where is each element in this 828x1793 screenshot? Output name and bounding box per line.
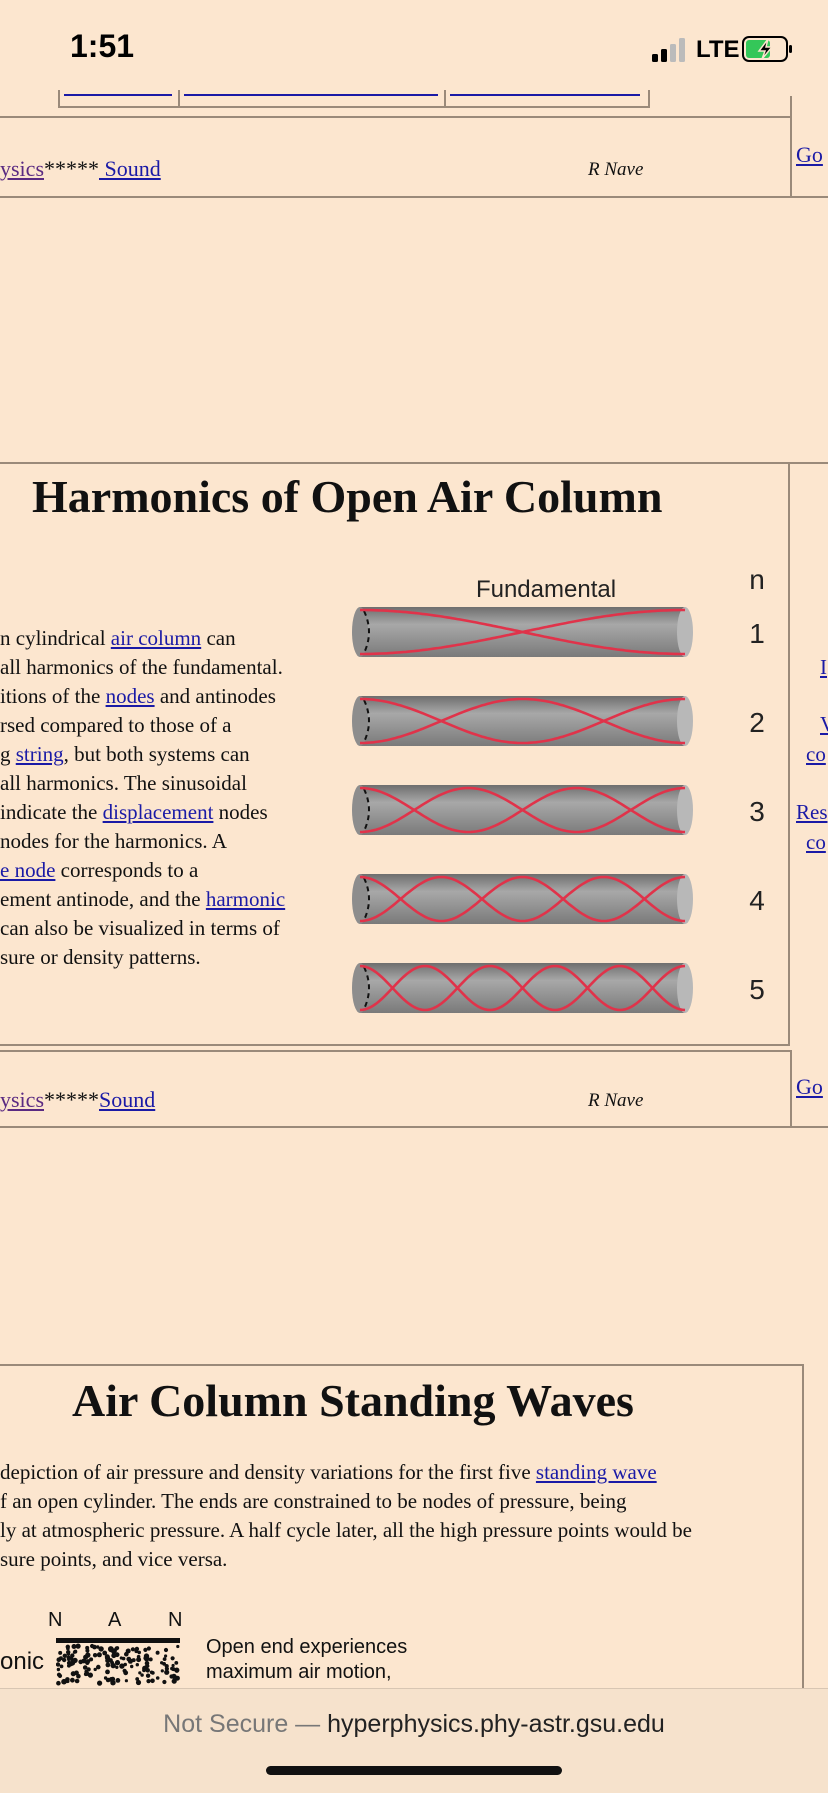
go-back-link[interactable]: Go	[796, 142, 823, 168]
table-border	[802, 1364, 804, 1694]
body-line: rsed compared to those of a	[0, 713, 232, 737]
table-border	[0, 1050, 790, 1052]
hyperphysics-link[interactable]: ysics	[0, 1087, 44, 1112]
harmonic-label: onic	[0, 1648, 45, 1675]
body-line: sure or density patterns.	[0, 945, 201, 969]
section-title: Air Column Standing Waves	[72, 1375, 634, 1426]
harmonic-number: 2	[749, 707, 765, 738]
home-indicator[interactable]	[266, 1766, 562, 1775]
address-bar[interactable]	[0, 1688, 828, 1793]
inline-link[interactable]: standing wave	[536, 1460, 657, 1484]
inline-link[interactable]: nodes	[106, 684, 155, 708]
side-link-4[interactable]: Res	[796, 800, 828, 825]
link-fragment[interactable]	[184, 94, 438, 96]
body-line: g string, but both systems can	[0, 742, 250, 766]
table-border	[58, 106, 650, 108]
table-border	[788, 462, 790, 1046]
antinode-label: A	[108, 1609, 122, 1631]
node-label: N	[48, 1609, 63, 1631]
go-back-link[interactable]: Go	[796, 1074, 823, 1100]
harmonic-number: 5	[749, 974, 765, 1005]
breadcrumb-top: ysics***** Sound	[0, 156, 161, 181]
harmonic-tube-3: 3	[352, 785, 765, 835]
side-link-2[interactable]: V	[820, 712, 828, 737]
body-line: all harmonics. The sinusoidal	[0, 771, 247, 795]
side-link-5[interactable]: co	[806, 830, 826, 855]
table-border	[790, 96, 792, 196]
body-line: nodes for the harmonics. A	[0, 829, 227, 853]
body-line: f an open cylinder. The ends are constra…	[0, 1489, 627, 1513]
harmonic-tube-5: 5	[352, 963, 765, 1013]
author-credit: R Nave	[588, 159, 644, 180]
table-border	[648, 90, 650, 108]
table-border	[58, 90, 60, 108]
table-border	[178, 90, 180, 106]
pressure-density-figure	[56, 1638, 180, 1686]
signal-icon	[652, 38, 685, 62]
side-link-3[interactable]: co	[806, 742, 826, 767]
table-border	[0, 196, 828, 198]
inline-link[interactable]: e node	[0, 858, 55, 882]
body-line: n cylindrical air column can	[0, 626, 236, 650]
harmonic-tube-4: 4	[352, 874, 765, 924]
table-border	[0, 1364, 804, 1366]
link-fragment[interactable]	[64, 94, 172, 96]
harmonic-number: 3	[749, 796, 765, 827]
table-border	[790, 1050, 792, 1126]
address-text[interactable]: Not Secure — hyperphysics.phy-astr.gsu.e…	[0, 1710, 828, 1739]
body-line: ement antinode, and the harmonic	[0, 887, 286, 911]
sound-link[interactable]: Sound	[99, 156, 161, 181]
table-border	[0, 116, 790, 118]
node-label: N	[168, 1609, 183, 1631]
domain-text: hyperphysics.phy-astr.gsu.edu	[327, 1710, 665, 1738]
inline-link[interactable]: harmonic	[206, 887, 285, 911]
table-border	[0, 1126, 828, 1128]
figure-caption-line2: maximum air motion,	[206, 1661, 392, 1683]
author-credit: R Nave	[588, 1090, 644, 1111]
table-border	[0, 1044, 790, 1046]
battery-charging-icon	[742, 36, 792, 62]
inline-link[interactable]: string	[16, 742, 64, 766]
harmonic-number: 1	[749, 618, 765, 649]
harmonics-diagram: Fundamental n 1 2 3 4 5	[352, 564, 765, 1013]
status-time: 1:51	[70, 28, 135, 64]
body-line: sure points, and vice versa.	[0, 1547, 228, 1571]
side-link-1[interactable]: I	[820, 655, 827, 680]
sound-link[interactable]: Sound	[99, 1087, 155, 1112]
page-title: Harmonics of Open Air Column	[32, 471, 663, 522]
table-border	[444, 90, 446, 106]
harmonic-tube-1: 1	[352, 607, 765, 657]
body-line: depiction of air pressure and density va…	[0, 1460, 657, 1484]
body-line: e node corresponds to a	[0, 858, 199, 882]
hyperphysics-link[interactable]: ysics	[0, 156, 44, 181]
body-line: can also be visualized in terms of	[0, 916, 280, 940]
inline-link[interactable]: displacement	[103, 800, 214, 824]
network-type: LTE	[696, 36, 740, 63]
harmonic-tube-2: 2	[352, 696, 765, 746]
harmonic-number: 4	[749, 885, 765, 916]
body-line: ly at atmospheric pressure. A half cycle…	[0, 1518, 692, 1542]
inline-link[interactable]: air column	[111, 626, 201, 650]
diagram-title: Fundamental	[476, 576, 616, 603]
breadcrumb-bottom: ysics*****Sound	[0, 1087, 156, 1112]
figure-caption-line1: Open end experiences	[206, 1636, 408, 1658]
body-line: indicate the displacement nodes	[0, 800, 268, 824]
body-line: itions of the nodes and antinodes	[0, 684, 276, 708]
table-border	[0, 462, 828, 464]
link-fragment[interactable]	[450, 94, 640, 96]
body-line: all harmonics of the fundamental.	[0, 655, 283, 679]
diagram-n-label: n	[749, 564, 765, 595]
